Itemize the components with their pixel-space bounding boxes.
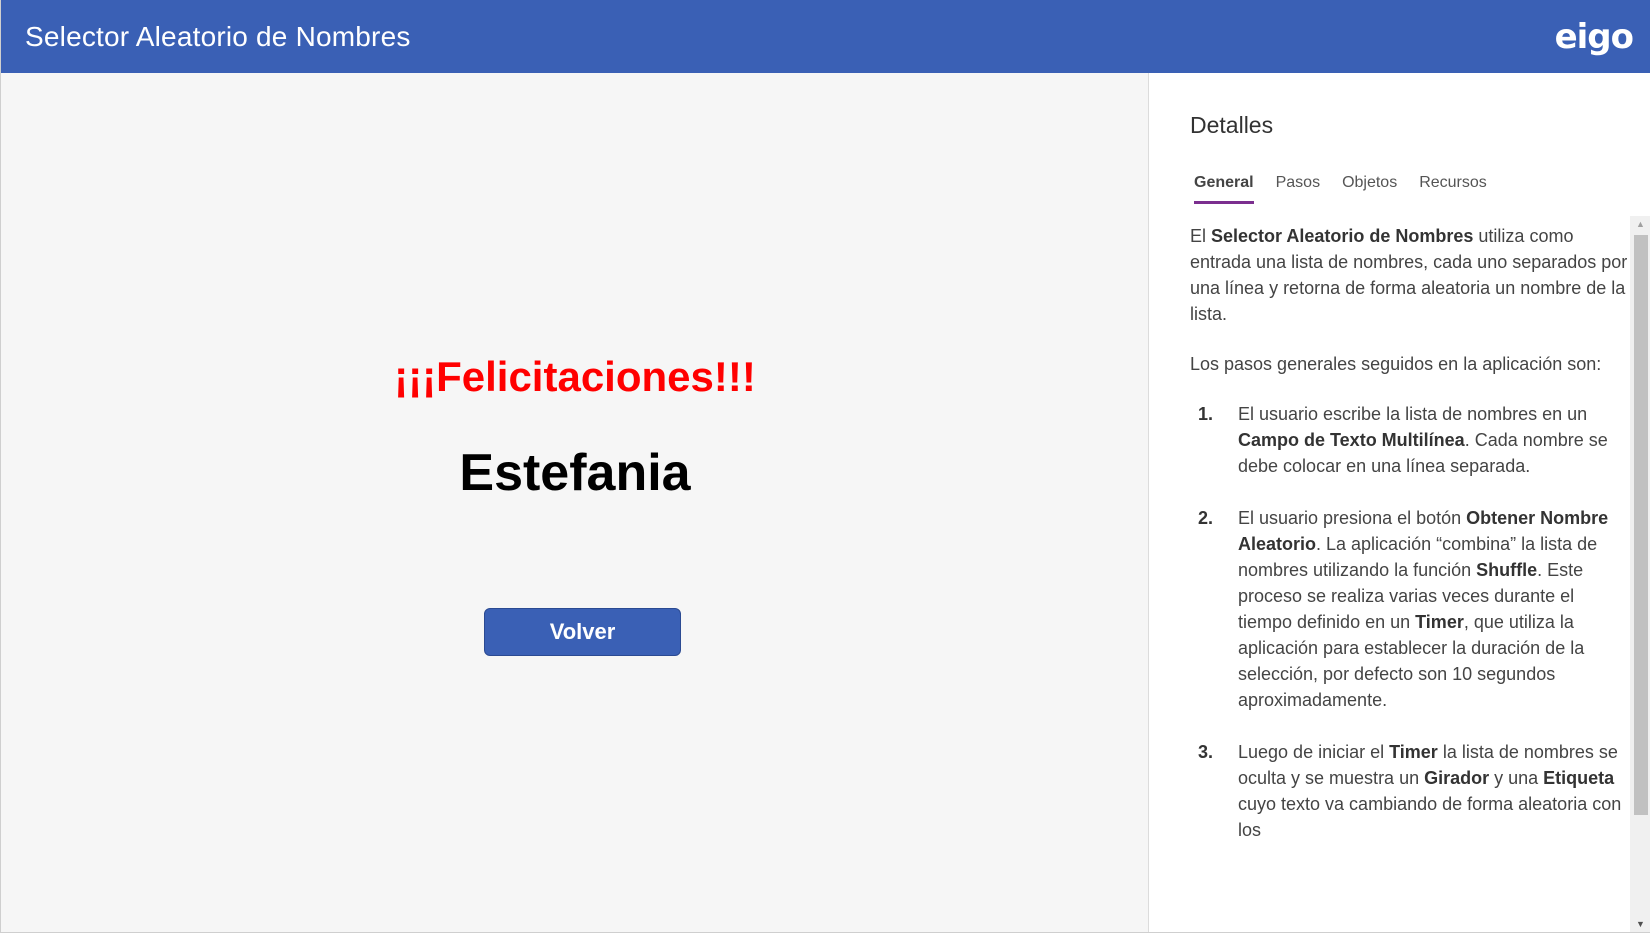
step-bold-part: Etiqueta bbox=[1543, 768, 1615, 788]
step-bold-part: Campo de Texto Multilínea bbox=[1238, 430, 1465, 450]
tab-general[interactable]: General bbox=[1194, 174, 1254, 204]
congratulations-text: ¡¡¡Felicitaciones!!! bbox=[394, 353, 756, 400]
details-content: El Selector Aleatorio de Nombres utiliza… bbox=[1190, 223, 1630, 932]
scroll-down-arrow-icon[interactable]: ▼ bbox=[1630, 916, 1650, 932]
step-text-part: cuyo texto va cambiando de forma aleator… bbox=[1238, 794, 1622, 840]
step-number: 2. bbox=[1198, 508, 1214, 528]
app-title: Selector Aleatorio de Nombres bbox=[25, 20, 411, 52]
step-number: 1. bbox=[1198, 404, 1214, 424]
tab-pasos[interactable]: Pasos bbox=[1276, 174, 1320, 204]
step-text-part: Luego de iniciar el bbox=[1238, 742, 1390, 762]
list-item: 1. El usuario escribe la lista de nombre… bbox=[1190, 401, 1630, 479]
step-text: El usuario presiona el botón Obtener Nom… bbox=[1238, 505, 1630, 713]
selected-name: Estefania bbox=[459, 444, 691, 502]
details-panel: Detalles General Pasos Objetos Recursos … bbox=[1150, 73, 1650, 932]
tab-recursos[interactable]: Recursos bbox=[1419, 174, 1487, 204]
step-text: El usuario escribe la lista de nombres e… bbox=[1238, 401, 1630, 479]
step-bold-part: Shuffle bbox=[1476, 560, 1538, 580]
step-text: Luego de iniciar el Timer la lista de no… bbox=[1238, 739, 1630, 843]
list-item: 2. El usuario presiona el botón Obtener … bbox=[1190, 505, 1630, 713]
step-text-part: El usuario escribe la lista de nombres e… bbox=[1238, 404, 1588, 424]
details-scrollbar[interactable]: ▲ ▼ bbox=[1630, 216, 1650, 932]
details-tabs: General Pasos Objetos Recursos bbox=[1194, 174, 1509, 204]
app-header: Selector Aleatorio de Nombres eigo bbox=[1, 0, 1650, 73]
steps-intro: Los pasos generales seguidos en la aplic… bbox=[1190, 354, 1602, 374]
step-number: 3. bbox=[1198, 742, 1214, 762]
scroll-up-arrow-icon[interactable]: ▲ bbox=[1630, 216, 1650, 233]
step-bold-part: Timer bbox=[1415, 612, 1464, 632]
details-heading: Detalles bbox=[1190, 112, 1274, 138]
tab-objetos[interactable]: Objetos bbox=[1342, 174, 1397, 204]
step-text-part: y una bbox=[1489, 768, 1544, 788]
result-screen: ¡¡¡Felicitaciones!!! Estefania Volver bbox=[1, 73, 1149, 932]
step-text-part: El usuario presiona el botón bbox=[1238, 508, 1467, 528]
steps-list: 1. El usuario escribe la lista de nombre… bbox=[1190, 401, 1630, 843]
step-bold-part: Girador bbox=[1424, 768, 1490, 788]
app-window: Selector Aleatorio de Nombres eigo ¡¡¡Fe… bbox=[0, 0, 1650, 933]
back-button[interactable]: Volver bbox=[484, 608, 681, 656]
scrollbar-thumb[interactable] bbox=[1634, 235, 1648, 815]
step-bold-part: Timer bbox=[1389, 742, 1438, 762]
intro-paragraph: El Selector Aleatorio de Nombres utiliza… bbox=[1190, 223, 1630, 327]
intro-text: El bbox=[1190, 226, 1212, 246]
list-item: 3. Luego de iniciar el Timer la lista de… bbox=[1190, 739, 1630, 843]
eigo-logo: eigo bbox=[1554, 16, 1634, 57]
intro-bold: Selector Aleatorio de Nombres bbox=[1211, 226, 1474, 246]
